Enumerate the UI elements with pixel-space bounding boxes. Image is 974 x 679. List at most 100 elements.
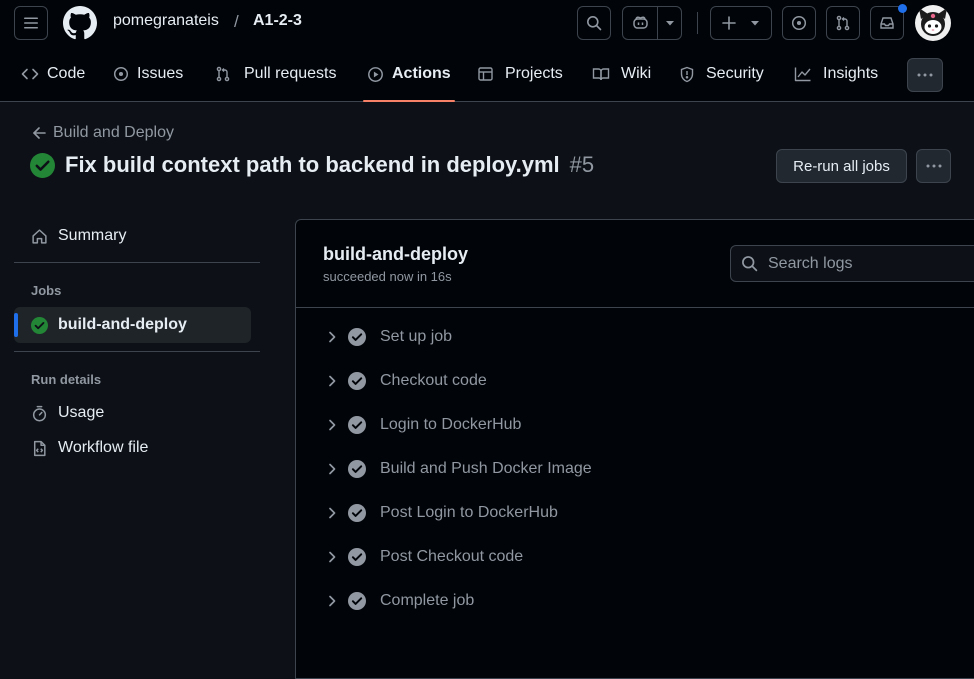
home-icon [32, 228, 47, 244]
issue-icon [113, 66, 129, 82]
github-logo-icon[interactable] [63, 6, 97, 40]
chevron-right-icon [329, 419, 336, 431]
job-step[interactable]: Login to DockerHub [322, 409, 962, 441]
tab-projects[interactable]: Projects [477, 46, 563, 102]
sidebar-workflow-label: Workflow file [58, 439, 149, 456]
search-logs-field[interactable] [730, 245, 974, 282]
check-circle-fill-icon [348, 328, 366, 346]
sidebar-item-job[interactable]: build-and-deploy [14, 307, 251, 343]
back-to-workflow-link[interactable]: Build and Deploy [32, 124, 174, 142]
tab-actions[interactable]: Actions [363, 46, 455, 102]
job-step-label: Post Checkout code [380, 548, 524, 565]
back-label: Build and Deploy [53, 124, 174, 141]
sidebar-item-workflow-file[interactable]: Workflow file [14, 430, 251, 466]
notification-dot [898, 4, 907, 13]
stopwatch-icon [32, 405, 47, 421]
sidebar-divider [14, 351, 260, 352]
pull-request-icon [836, 15, 850, 31]
kebab-horizontal-icon [917, 73, 933, 77]
jobs-heading: Jobs [31, 283, 62, 298]
file-code-icon [33, 440, 46, 456]
job-step-label: Checkout code [380, 372, 487, 389]
hamburger-icon [24, 17, 38, 29]
tab-wiki[interactable]: Wiki [592, 46, 651, 102]
copilot-icon [632, 16, 648, 29]
job-name: build-and-deploy [323, 244, 468, 264]
chevron-down-icon [751, 21, 759, 26]
run-options-button[interactable] [916, 149, 951, 183]
kebab-horizontal-icon [926, 164, 941, 168]
pull-requests-button[interactable] [826, 6, 860, 40]
page-title: Fix build context path to backend in dep… [30, 152, 594, 178]
check-circle-fill-icon [31, 316, 48, 334]
job-step[interactable]: Build and Push Docker Image [322, 453, 962, 485]
job-step[interactable]: Set up job [322, 321, 962, 353]
user-avatar-icon [919, 8, 947, 36]
check-circle-fill-icon [348, 504, 366, 522]
job-step-label: Set up job [380, 328, 453, 345]
plus-icon [722, 16, 736, 30]
job-step-label: Complete job [380, 592, 475, 609]
copilot-button[interactable] [622, 6, 682, 40]
create-new-button[interactable] [710, 6, 772, 40]
tab-insights-label: Insights [823, 65, 879, 82]
tab-security[interactable]: Security [679, 46, 764, 102]
pull-request-icon [216, 66, 230, 82]
global-header: pomegranateis / A1-2-3 [0, 0, 974, 46]
check-circle-fill-icon [348, 416, 366, 434]
job-step-label: Build and Push Docker Image [380, 460, 592, 477]
menu-button[interactable] [14, 6, 48, 40]
shield-icon [680, 66, 694, 82]
job-log-panel: build-and-deploy succeeded now in 16s Se… [295, 219, 974, 679]
tab-projects-label: Projects [505, 65, 563, 82]
job-step[interactable]: Checkout code [322, 365, 962, 397]
job-step[interactable]: Post Checkout code [322, 541, 962, 573]
chevron-right-icon [329, 375, 336, 387]
tab-issues[interactable]: Issues [113, 46, 183, 102]
tab-pull-requests-label: Pull requests [244, 65, 337, 82]
sidebar-divider [14, 262, 260, 263]
run-title-text: Fix build context path to backend in dep… [65, 152, 560, 177]
tab-pull-requests[interactable]: Pull requests [215, 46, 337, 102]
run-number: #5 [569, 152, 595, 177]
job-step[interactable]: Post Login to DockerHub [322, 497, 962, 529]
sidebar-summary-label: Summary [58, 227, 127, 244]
issues-button[interactable] [782, 6, 816, 40]
job-step-label: Login to DockerHub [380, 416, 522, 433]
rerun-all-jobs-button[interactable]: Re-run all jobs [776, 149, 907, 183]
sidebar-job-label: build-and-deploy [58, 316, 187, 333]
breadcrumb-separator: / [234, 12, 239, 31]
chevron-right-icon [329, 551, 336, 563]
sidebar-item-usage[interactable]: Usage [14, 395, 251, 431]
check-circle-fill-icon [348, 460, 366, 478]
tab-wiki-label: Wiki [621, 65, 652, 82]
sidebar-item-summary[interactable]: Summary [14, 218, 251, 254]
panel-divider [296, 307, 974, 308]
tab-issues-label: Issues [137, 65, 184, 82]
header-divider [697, 12, 698, 34]
job-status: succeeded now in 16s [323, 269, 452, 284]
code-icon [21, 68, 39, 80]
more-tabs-button[interactable] [907, 58, 943, 92]
check-circle-fill-icon [348, 548, 366, 566]
check-circle-fill-icon [348, 372, 366, 390]
chevron-right-icon [329, 463, 336, 475]
avatar[interactable] [915, 5, 951, 41]
search-button[interactable] [577, 6, 611, 40]
play-icon [368, 66, 383, 82]
tab-code[interactable]: Code [21, 46, 85, 102]
check-circle-fill-icon [348, 592, 366, 610]
tab-insights[interactable]: Insights [794, 46, 878, 102]
sidebar-usage-label: Usage [58, 404, 105, 421]
breadcrumb-owner[interactable]: pomegranateis [113, 12, 219, 30]
job-step[interactable]: Complete job [322, 585, 962, 617]
search-logs-input[interactable] [768, 254, 968, 273]
issue-icon [791, 15, 807, 31]
table-icon [478, 67, 493, 81]
tab-actions-label: Actions [392, 65, 451, 82]
check-circle-fill-icon [30, 152, 55, 178]
job-step-label: Post Login to DockerHub [380, 504, 558, 521]
breadcrumb-repo[interactable]: A1-2-3 [253, 12, 302, 30]
graph-icon [794, 67, 811, 82]
tab-security-label: Security [706, 65, 764, 82]
